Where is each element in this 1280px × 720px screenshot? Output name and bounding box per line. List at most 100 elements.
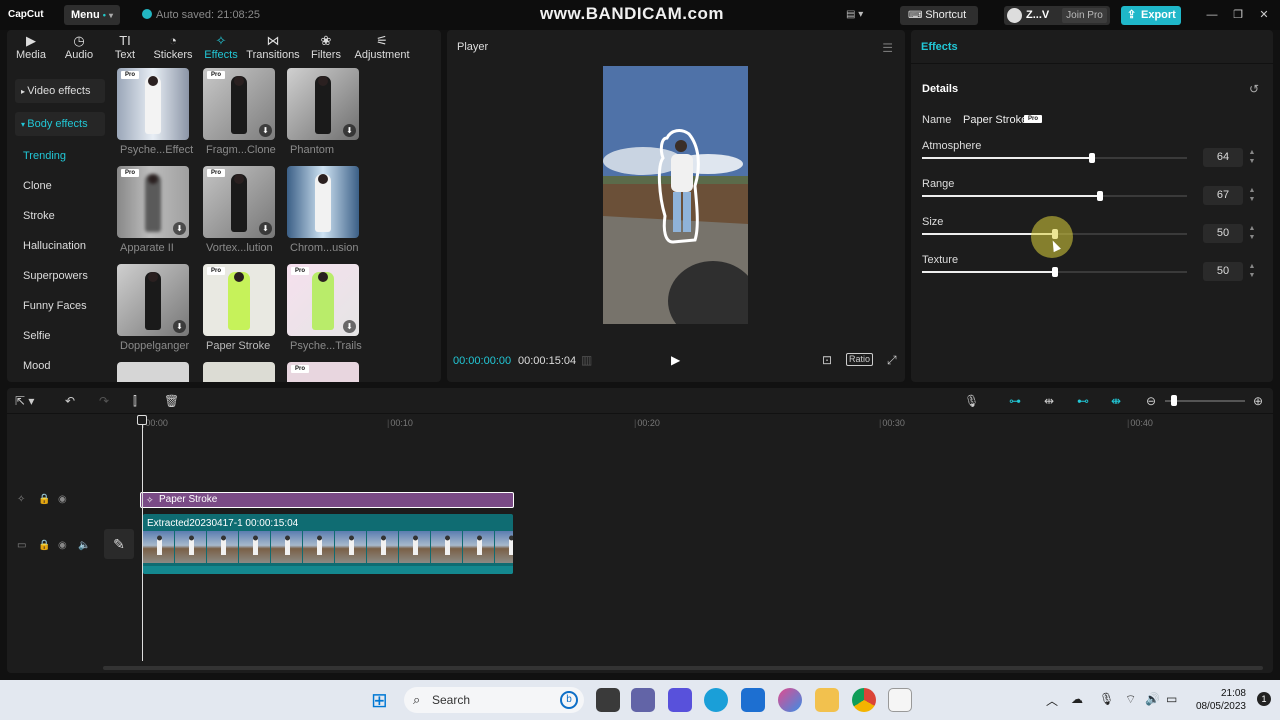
taskbar-clock[interactable]: 21:08 08/05/2023 [1190, 687, 1246, 713]
category-selfie[interactable]: Selfie [23, 330, 51, 342]
edge-icon[interactable] [704, 688, 728, 712]
effect-card[interactable]: Pro [287, 362, 359, 382]
cloud-icon[interactable]: ☁ [1071, 692, 1083, 706]
zoom-out-icon[interactable]: ⊖ [1146, 394, 1156, 408]
zoom-fit-icon[interactable]: ⊕ [1253, 394, 1263, 408]
minimize-icon[interactable]: — [1205, 8, 1219, 22]
tab-media[interactable]: ▶ Media [11, 33, 51, 65]
zoom-slider[interactable] [1165, 400, 1245, 402]
eye-icon[interactable]: ◉ [58, 494, 67, 505]
category-clone[interactable]: Clone [23, 180, 52, 192]
taskbar-search[interactable]: ⌕ Search b [404, 687, 584, 713]
undo-icon[interactable]: ↶ [65, 394, 75, 408]
slider-handle[interactable] [1088, 153, 1095, 163]
effect-card[interactable] [203, 362, 275, 382]
select-tool-icon[interactable]: ⇱ ▾ [15, 394, 34, 408]
tab-text[interactable]: TI Text [107, 33, 143, 65]
value-input[interactable]: 64 [1203, 148, 1243, 167]
ratio-button[interactable]: Ratio [846, 353, 874, 366]
download-icon[interactable]: ⬇ [259, 124, 272, 137]
slider-handle[interactable] [1051, 267, 1058, 277]
effect-card[interactable]: ⬇ [287, 68, 359, 140]
user-account[interactable]: Z...V Join Pro [1004, 6, 1110, 25]
effect-card[interactable]: Pro ⬇ [203, 68, 275, 140]
download-icon[interactable]: ⬇ [343, 320, 356, 333]
magnet-link-icon[interactable]: ⊶ [1009, 394, 1021, 408]
video-clip[interactable]: Extracted20230417-1 00:00:15:04 [143, 514, 513, 574]
reset-icon[interactable]: ↺ [1249, 82, 1259, 96]
category-superpowers[interactable]: Superpowers [23, 270, 88, 282]
lock-icon[interactable]: 🔒 [38, 540, 50, 551]
linkage-icon[interactable]: ⊷ [1077, 394, 1089, 408]
stepper-icon[interactable]: ▲ ▼ [1247, 262, 1257, 281]
effect-card[interactable]: Pro ⬇ [117, 166, 189, 238]
close-icon[interactable]: ✕ [1257, 8, 1271, 22]
file-explorer-icon[interactable] [815, 688, 839, 712]
playhead[interactable] [142, 416, 143, 661]
eye-icon[interactable]: ◉ [58, 540, 67, 551]
teams-icon[interactable] [631, 688, 655, 712]
effects-panel-title[interactable]: Effects [921, 41, 958, 53]
category-stroke[interactable]: Stroke [23, 210, 55, 222]
value-input[interactable]: 67 [1203, 186, 1243, 205]
restore-icon[interactable]: ❐ [1231, 8, 1245, 22]
shortcut-button[interactable]: ⌨ Shortcut [900, 6, 978, 25]
chrome-icon[interactable] [852, 688, 876, 712]
join-pro-button[interactable]: Join Pro [1062, 8, 1107, 23]
volume-icon[interactable]: 🔊 [1145, 692, 1160, 706]
effect-card[interactable]: Pro ⬇ [287, 264, 359, 336]
effect-card[interactable]: Pro [117, 68, 189, 140]
microphone-icon[interactable]: 🎙 [1099, 692, 1114, 706]
tab-effects[interactable]: ✧ Effects [201, 33, 241, 65]
notification-badge[interactable]: 1 [1257, 692, 1271, 706]
effect-card[interactable]: ⬇ [117, 264, 189, 336]
copilot-icon[interactable] [778, 688, 802, 712]
app-icon[interactable] [668, 688, 692, 712]
tab-stickers[interactable]: ◔ Stickers [151, 33, 195, 65]
tab-adjustment[interactable]: ⚟ Adjustment [351, 33, 413, 65]
stepper-icon[interactable]: ▲ ▼ [1247, 224, 1257, 243]
playhead-handle[interactable] [137, 415, 147, 425]
edit-cover-button[interactable]: ✎ [104, 529, 134, 559]
category-funny-faces[interactable]: Funny Faces [23, 300, 87, 312]
category-hallucination[interactable]: Hallucination [23, 240, 86, 252]
value-input[interactable]: 50 [1203, 224, 1243, 243]
download-icon[interactable]: ⬇ [259, 222, 272, 235]
slider-track[interactable] [922, 191, 1187, 201]
lock-icon[interactable]: 🔒 [38, 494, 50, 505]
menu-button[interactable]: Menu • ▾ [64, 5, 120, 25]
category-trending[interactable]: Trending [23, 150, 66, 162]
slider-track[interactable] [922, 153, 1187, 163]
download-icon[interactable]: ⬇ [173, 222, 186, 235]
fullscreen-icon[interactable]: ⤢ [887, 353, 897, 368]
chevron-up-icon[interactable]: ︿ [1046, 692, 1058, 709]
sidebar-item-video-effects[interactable]: ▸ Video effects [15, 79, 105, 103]
speaker-icon[interactable]: 🔈 [78, 540, 90, 551]
stepper-icon[interactable]: ▲ ▼ [1247, 148, 1257, 167]
effect-card[interactable]: Pro [203, 264, 275, 336]
split-icon[interactable]: ⫿ [133, 394, 137, 409]
microphone-icon[interactable]: 🎙 [964, 394, 979, 408]
play-button[interactable]: ▶ [671, 353, 680, 367]
auto-snap-icon[interactable]: ⇹ [1044, 394, 1054, 408]
export-button[interactable]: ⇪ Export [1121, 6, 1181, 25]
mail-icon[interactable] [741, 688, 765, 712]
layout-icon[interactable]: ▤ ▾ [846, 9, 872, 21]
zoom-slider-handle[interactable] [1171, 395, 1177, 406]
tab-filters[interactable]: ❀ Filters [309, 33, 343, 65]
stepper-icon[interactable]: ▲ ▼ [1247, 186, 1257, 205]
effect-card[interactable] [287, 166, 359, 238]
value-input[interactable]: 50 [1203, 262, 1243, 281]
effect-clip[interactable]: ✧ Paper Stroke [140, 492, 514, 508]
delete-icon[interactable]: 🗑 [164, 394, 179, 408]
slider-handle[interactable] [1096, 191, 1103, 201]
sidebar-item-body-effects[interactable]: ▾ Body effects [15, 112, 105, 136]
effect-card[interactable]: Pro ⬇ [203, 166, 275, 238]
download-icon[interactable]: ⬇ [173, 320, 186, 333]
video-preview[interactable] [603, 66, 748, 324]
screenshot-icon[interactable]: ⊡ [822, 353, 832, 367]
timeline-scrollbar[interactable] [103, 666, 1263, 670]
download-icon[interactable]: ⬇ [343, 124, 356, 137]
task-view-icon[interactable] [596, 688, 620, 712]
tab-transitions[interactable]: ⋈ Transitions [245, 33, 301, 65]
